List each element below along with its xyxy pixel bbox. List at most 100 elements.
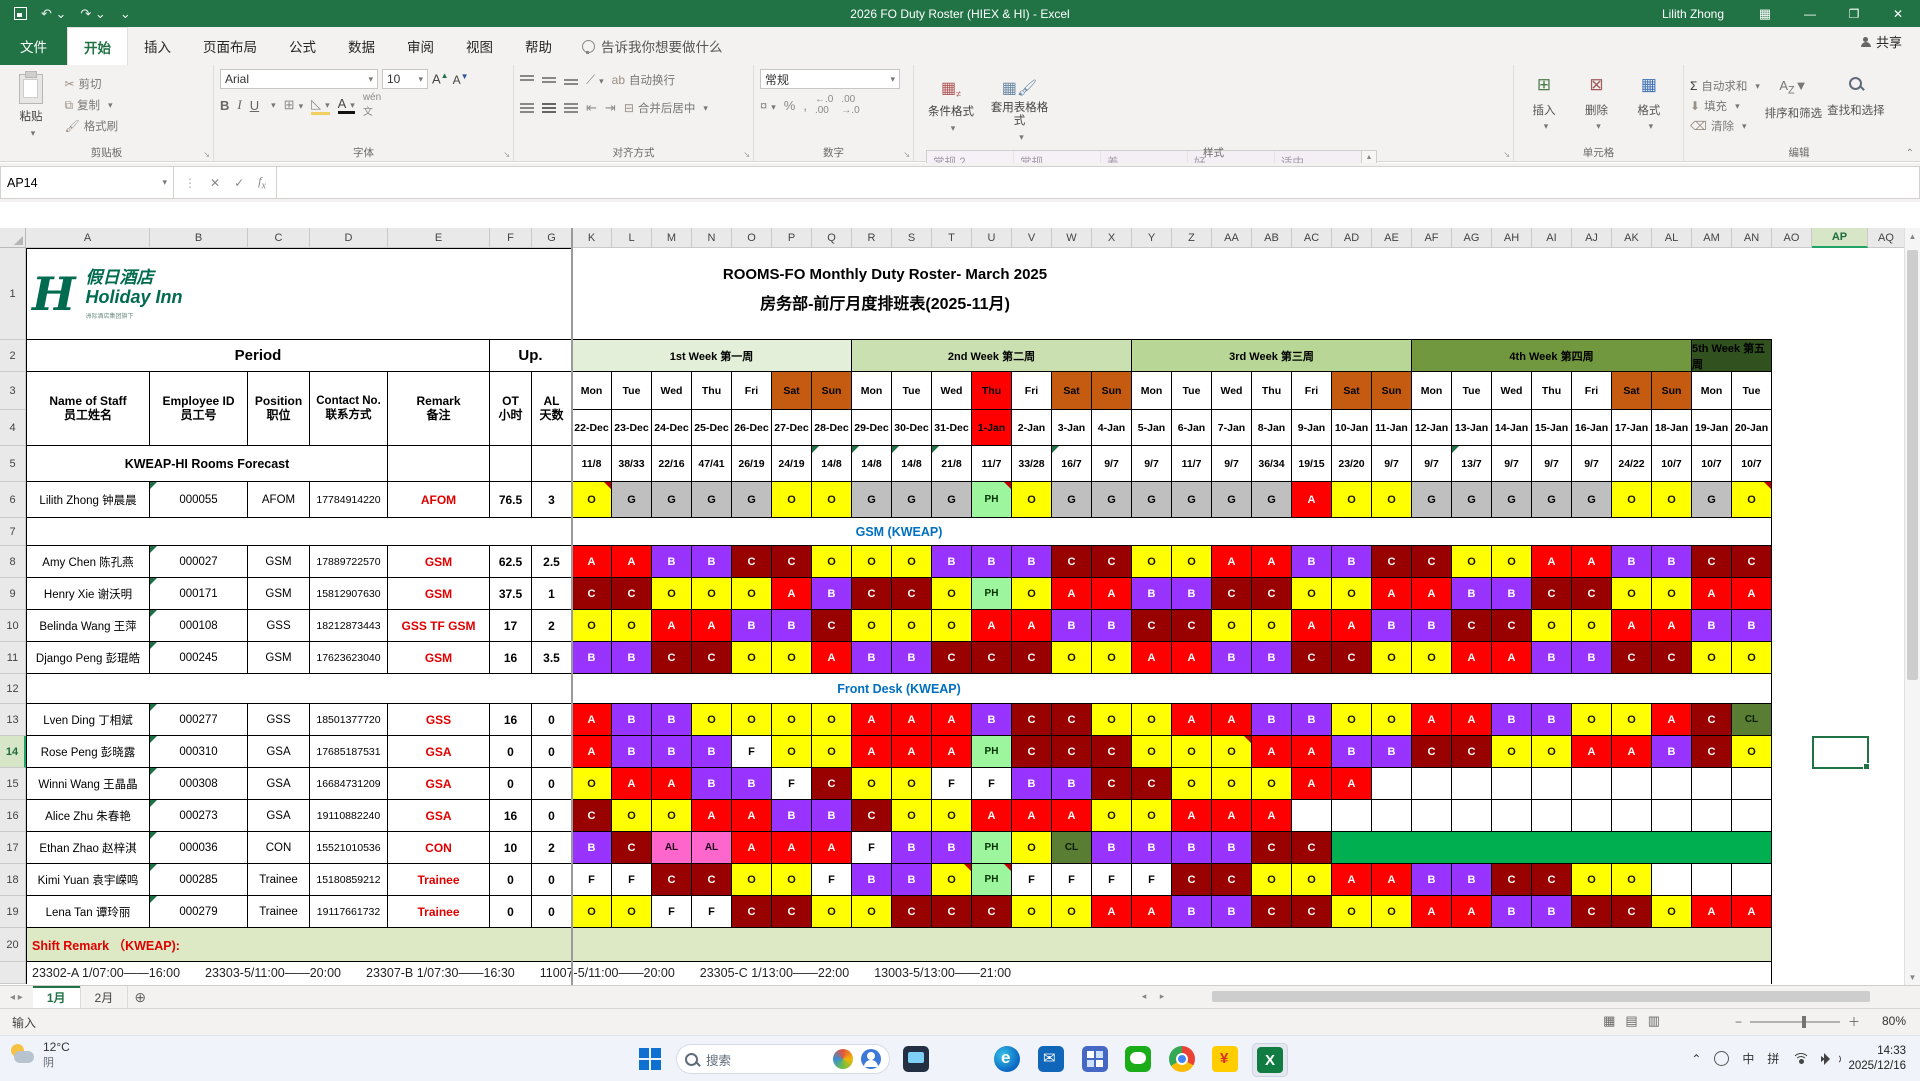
shift-cell[interactable]: A [1452,642,1492,674]
shift-cell[interactable]: C [1572,896,1612,928]
shift-cell[interactable]: G [1172,482,1212,518]
shift-cell[interactable] [1612,768,1652,800]
column-header-AD[interactable]: AD [1332,228,1372,248]
shift-cell[interactable]: F [572,864,612,896]
minimize-button[interactable]: — [1788,0,1832,27]
date-header[interactable]: 20-Jan [1732,410,1772,446]
taskbar-icon-edge[interactable] [990,1043,1024,1075]
tell-me-box[interactable]: 告诉我你想要做什么 [568,27,737,65]
forecast-cell[interactable]: 16/7 [1052,446,1092,482]
shift-cell[interactable]: A [572,704,612,736]
font-size-select[interactable]: 10▾ [382,69,428,89]
shift-cell[interactable]: O [652,578,692,610]
date-header[interactable]: 4-Jan [1092,410,1132,446]
shift-cell[interactable]: C [652,864,692,896]
shift-cell[interactable]: O [1132,800,1172,832]
shift-cell[interactable]: B [572,642,612,674]
shift-cell[interactable]: B [1332,736,1372,768]
shift-cell[interactable]: CL [1732,704,1772,736]
shift-cell[interactable]: O [1612,578,1652,610]
shift-cell[interactable]: PH [972,578,1012,610]
shift-cell[interactable]: O [572,768,612,800]
taskbar-icon-mail[interactable] [1034,1043,1068,1075]
row-header-21[interactable] [0,962,26,984]
shift-cell[interactable]: B [1092,610,1132,642]
forecast-cell[interactable]: 10/7 [1692,446,1732,482]
column-header-E[interactable]: E [388,228,490,248]
row-header-5[interactable]: 5 [0,446,26,482]
date-header[interactable]: 8-Jan [1252,410,1292,446]
shift-cell[interactable]: B [1452,864,1492,896]
shift-cell[interactable]: O [772,736,812,768]
shift-cell[interactable]: A [1292,482,1332,518]
forecast-cell[interactable]: 9/7 [1132,446,1172,482]
column-header-Q[interactable]: Q [812,228,852,248]
staff-position[interactable]: Trainee [248,896,310,928]
shift-cell[interactable]: O [812,704,852,736]
shift-cell[interactable]: F [932,768,972,800]
shift-cell[interactable]: C [1452,610,1492,642]
shift-cell[interactable]: A [1012,610,1052,642]
day-header[interactable]: Tue [892,372,932,410]
column-header-T[interactable]: T [932,228,972,248]
staff-contact[interactable]: 17623623040 [310,642,388,674]
fill-color-icon[interactable]: ◺▾ [311,96,330,115]
shift-cell[interactable]: O [812,482,852,518]
shift-cell[interactable]: A [692,610,732,642]
staff-contact[interactable]: 19117661732 [310,896,388,928]
shift-cell[interactable]: F [812,864,852,896]
shift-cell[interactable]: A [1332,768,1372,800]
date-header[interactable]: 2-Jan [1012,410,1052,446]
shift-cell[interactable]: A [1372,864,1412,896]
shift-cell[interactable]: A [692,800,732,832]
shift-cell[interactable]: A [1412,578,1452,610]
shift-cell[interactable]: C [1412,546,1452,578]
day-header[interactable]: Tue [1172,372,1212,410]
staff-id[interactable]: 000279 [150,896,248,928]
shift-cell[interactable]: A [1452,704,1492,736]
forecast-cell[interactable]: 10/7 [1652,446,1692,482]
shift-cell[interactable]: F [1092,864,1132,896]
taskbar-icon-excel[interactable] [1252,1043,1288,1077]
shift-cell[interactable]: O [1732,642,1772,674]
staff-remark[interactable]: GSM [388,642,490,674]
save-icon[interactable] [14,7,27,20]
shift-cell[interactable]: C [1212,578,1252,610]
date-header[interactable]: 31-Dec [932,410,972,446]
column-header-Y[interactable]: Y [1132,228,1172,248]
shift-cell[interactable]: O [1572,610,1612,642]
staff-remark[interactable]: GSS TF GSM [388,610,490,642]
clear-button[interactable]: ⌫清除▾ [1690,117,1760,135]
staff-remark[interactable]: GSS [388,704,490,736]
staff-position[interactable]: GSM [248,578,310,610]
taskbar-icon-teams[interactable] [1078,1043,1112,1075]
column-header-U[interactable]: U [972,228,1012,248]
menu-tab-页面布局[interactable]: 页面布局 [187,27,273,65]
forecast-cell[interactable]: 11/7 [972,446,1012,482]
forecast-cell[interactable]: 9/7 [1412,446,1452,482]
horizontal-scroll-thumb[interactable] [1212,991,1870,1002]
shift-cell[interactable]: B [1532,704,1572,736]
date-header[interactable]: 9-Jan [1292,410,1332,446]
staff-position[interactable]: CON [248,832,310,864]
staff-name[interactable]: Belinda Wang 王萍 [26,610,150,642]
shift-cell[interactable]: G [612,482,652,518]
shift-cell[interactable]: C [1692,736,1732,768]
shift-cell[interactable]: F [1132,864,1172,896]
forecast-cell[interactable]: 9/7 [1492,446,1532,482]
day-header[interactable]: Sun [1652,372,1692,410]
column-header-Z[interactable]: Z [1172,228,1212,248]
shift-cell[interactable]: C [852,578,892,610]
shift-cell[interactable]: O [572,896,612,928]
staff-position[interactable]: GSM [248,546,310,578]
taskbar-icon-explorer[interactable] [932,1043,966,1075]
shift-cell[interactable]: C [692,864,732,896]
shift-cell[interactable]: A [652,768,692,800]
shift-cell[interactable]: B [612,704,652,736]
staff-id[interactable]: 000036 [150,832,248,864]
day-header[interactable]: Fri [732,372,772,410]
shift-cell[interactable]: B [1292,546,1332,578]
shift-cell[interactable]: C [1052,546,1092,578]
staff-contact[interactable]: 15521010536 [310,832,388,864]
menu-tab-审阅[interactable]: 审阅 [391,27,450,65]
